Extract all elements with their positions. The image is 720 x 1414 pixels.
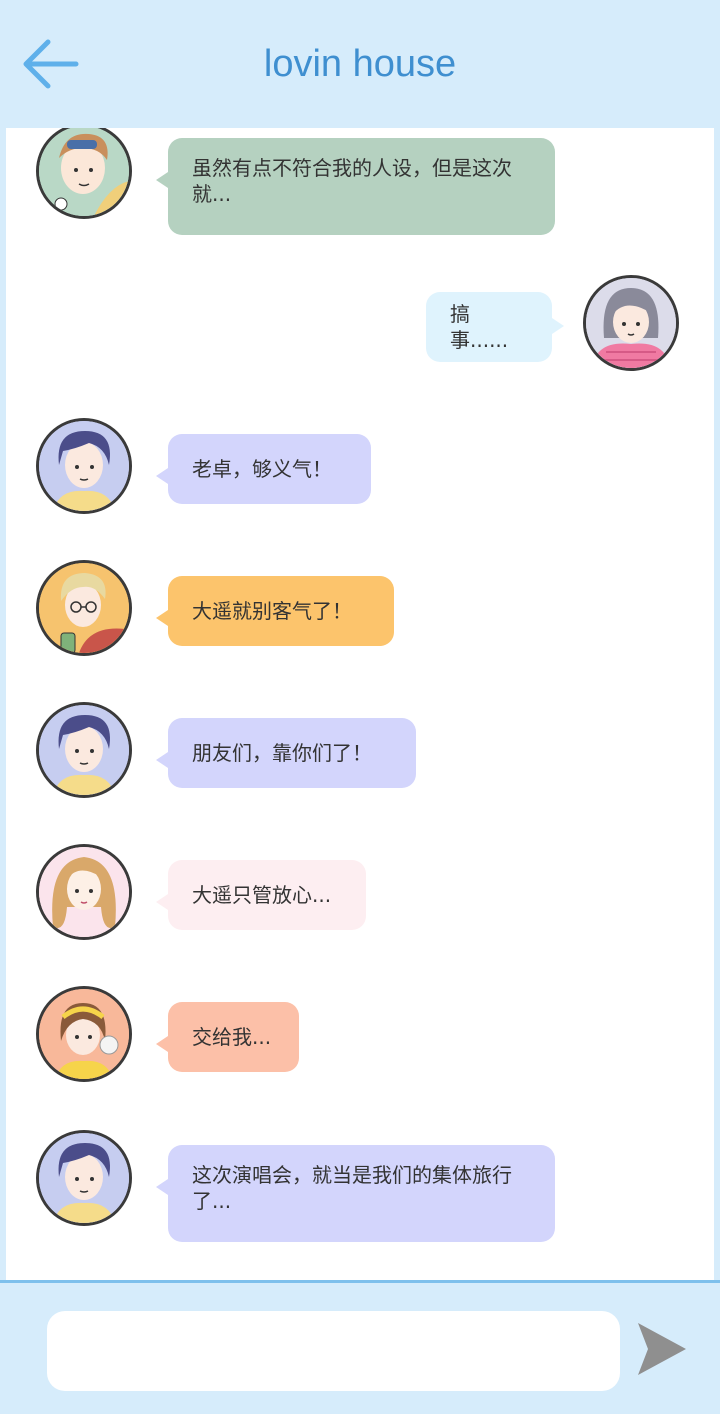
boy-dark-hair-avatar[interactable] — [36, 1130, 132, 1226]
message-text: 朋友们，靠你们了！ — [192, 741, 372, 765]
header-bar: lovin house — [0, 0, 720, 128]
message-text: 大遥只管放心... — [192, 883, 332, 907]
message-composer — [0, 1283, 720, 1414]
message-input[interactable] — [47, 1311, 620, 1391]
message-text: 交给我... — [192, 1025, 272, 1049]
message-bubble: 朋友们，靠你们了！ — [156, 718, 416, 788]
boy-cap-avatar[interactable] — [36, 128, 132, 219]
message-bubble: 虽然有点不符合我的人设，但是这次就... — [156, 138, 555, 235]
message-bubble: 大遥就别客气了！ — [156, 576, 394, 646]
message-bubble: 大遥只管放心... — [156, 860, 366, 930]
message-text: 搞事...... — [450, 302, 509, 352]
boy-dark-hair-avatar[interactable] — [36, 418, 132, 514]
message-bubble: 交给我... — [156, 1002, 299, 1072]
message-text: 这次演唱会，就当是我们的集体旅行了... — [192, 1163, 512, 1213]
message-bubble: 老卓，够义气！ — [156, 434, 371, 504]
girl-headband-avatar[interactable] — [36, 986, 132, 1082]
send-icon[interactable] — [636, 1321, 688, 1377]
girl-scarf-avatar[interactable] — [583, 275, 679, 371]
message-text: 老卓，够义气！ — [192, 457, 332, 481]
message-bubble: 这次演唱会，就当是我们的集体旅行了... — [156, 1145, 555, 1242]
page-title: lovin house — [263, 43, 457, 85]
message-text: 虽然有点不符合我的人设，但是这次就... — [192, 156, 512, 206]
boy-glasses-avatar[interactable] — [36, 560, 132, 656]
message-text: 大遥就别客气了！ — [192, 599, 352, 623]
boy-dark-hair-avatar[interactable] — [36, 702, 132, 798]
chat-message-list[interactable]: 虽然有点不符合我的人设，但是这次就... 搞事...... 老卓，够义气！ 大遥… — [6, 128, 714, 1280]
message-bubble: 搞事...... — [426, 292, 564, 362]
girl-wavy-hair-avatar[interactable] — [36, 844, 132, 940]
